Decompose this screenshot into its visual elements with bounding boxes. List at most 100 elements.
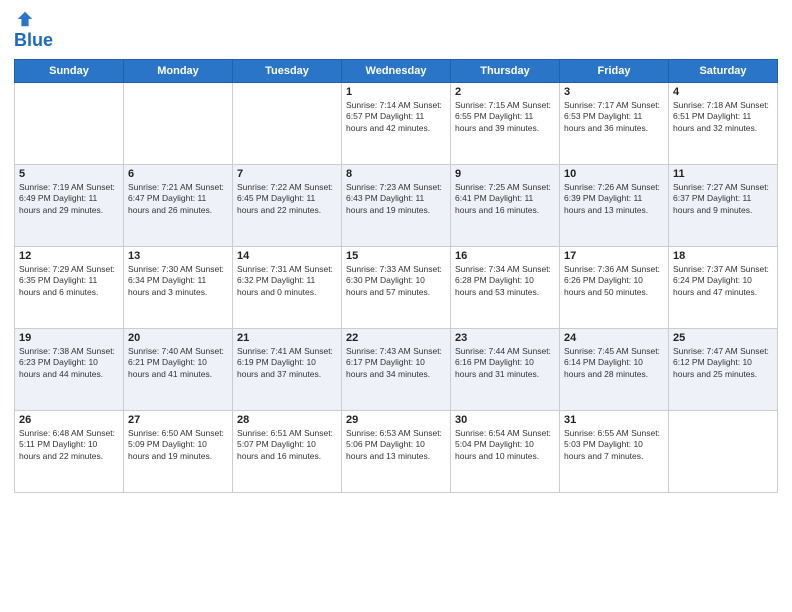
calendar-day-cell: 17Sunrise: 7:36 AM Sunset: 6:26 PM Dayli…	[560, 247, 669, 329]
calendar-day-cell	[669, 411, 778, 493]
calendar-day-cell: 29 Sunrise: 6:53 AM Sunset: 5:06 PM Dayli…	[342, 411, 451, 493]
day-info: Sunrise: 7:29 AM Sunset: 6:35 PM Dayligh…	[19, 264, 119, 298]
day-number: 1	[346, 86, 446, 98]
calendar-day-cell: 14 Sunrise: 7:31 AM Sunset: 6:32 PM Dayli…	[233, 247, 342, 329]
calendar-week-row: 19 Sunrise: 7:38 AM Sunset: 6:23 PM Dayli…	[15, 329, 778, 411]
calendar-day-cell	[15, 83, 124, 165]
day-info: Sunrise: 7:22 AM Sunset: 6:45 PM Dayligh…	[237, 182, 337, 216]
day-info: Sunrise: 7:17 AM Sunset: 6:53 PM Dayligh…	[564, 100, 664, 134]
calendar-day-cell: 16 Sunrise: 7:34 AM Sunset: 6:28 PM Dayli…	[451, 247, 560, 329]
day-info: Sunrise: 7:45 AM Sunset: 6:14 PM Dayligh…	[564, 346, 664, 380]
day-info: Sunrise: 6:48 AM Sunset: 5:11 PM Dayligh…	[19, 428, 119, 462]
day-number: 13	[128, 250, 228, 262]
calendar-header-row: SundayMondayTuesdayWednesdayThursdayFrid…	[15, 60, 778, 83]
calendar-day-cell: 13 Sunrise: 7:30 AM Sunset: 6:34 PM Dayli…	[124, 247, 233, 329]
day-info: Sunrise: 7:18 AM Sunset: 6:51 PM Dayligh…	[673, 100, 773, 134]
day-info: Sunrise: 7:34 AM Sunset: 6:28 PM Dayligh…	[455, 264, 555, 298]
day-number: 18	[673, 250, 773, 262]
day-number: 15	[346, 250, 446, 262]
calendar-weekday-header: Thursday	[451, 60, 560, 83]
calendar-day-cell: 11Sunrise: 7:27 AM Sunset: 6:37 PM Dayli…	[669, 165, 778, 247]
day-info: Sunrise: 6:50 AM Sunset: 5:09 PM Dayligh…	[128, 428, 228, 462]
day-info: Sunrise: 7:27 AM Sunset: 6:37 PM Dayligh…	[673, 182, 773, 216]
day-number: 28	[237, 414, 337, 426]
day-number: 14	[237, 250, 337, 262]
calendar-day-cell: 19 Sunrise: 7:38 AM Sunset: 6:23 PM Dayli…	[15, 329, 124, 411]
day-info: Sunrise: 7:37 AM Sunset: 6:24 PM Dayligh…	[673, 264, 773, 298]
calendar-day-cell: 9 Sunrise: 7:25 AM Sunset: 6:41 PM Daylig…	[451, 165, 560, 247]
calendar-day-cell: 28Sunrise: 6:51 AM Sunset: 5:07 PM Dayli…	[233, 411, 342, 493]
calendar-day-cell: 23 Sunrise: 7:44 AM Sunset: 6:16 PM Dayli…	[451, 329, 560, 411]
day-number: 7	[237, 168, 337, 180]
calendar-day-cell: 31Sunrise: 6:55 AM Sunset: 5:03 PM Dayli…	[560, 411, 669, 493]
calendar-day-cell: 6Sunrise: 7:21 AM Sunset: 6:47 PM Daylig…	[124, 165, 233, 247]
calendar-day-cell: 4 Sunrise: 7:18 AM Sunset: 6:51 PM Daylig…	[669, 83, 778, 165]
calendar-day-cell: 26Sunrise: 6:48 AM Sunset: 5:11 PM Dayli…	[15, 411, 124, 493]
day-number: 17	[564, 250, 664, 262]
calendar-day-cell	[233, 83, 342, 165]
day-number: 5	[19, 168, 119, 180]
day-info: Sunrise: 6:53 AM Sunset: 5:06 PM Dayligh…	[346, 428, 446, 462]
day-number: 16	[455, 250, 555, 262]
day-info: Sunrise: 7:31 AM Sunset: 6:32 PM Dayligh…	[237, 264, 337, 298]
calendar-weekday-header: Sunday	[15, 60, 124, 83]
day-number: 20	[128, 332, 228, 344]
calendar-day-cell: 2Sunrise: 7:15 AM Sunset: 6:55 PM Daylig…	[451, 83, 560, 165]
calendar-week-row: 26Sunrise: 6:48 AM Sunset: 5:11 PM Dayli…	[15, 411, 778, 493]
calendar-weekday-header: Monday	[124, 60, 233, 83]
calendar-day-cell	[124, 83, 233, 165]
day-number: 6	[128, 168, 228, 180]
calendar-week-row: 5 Sunrise: 7:19 AM Sunset: 6:49 PM Daylig…	[15, 165, 778, 247]
day-info: Sunrise: 7:23 AM Sunset: 6:43 PM Dayligh…	[346, 182, 446, 216]
day-number: 4	[673, 86, 773, 98]
calendar-day-cell: 5 Sunrise: 7:19 AM Sunset: 6:49 PM Daylig…	[15, 165, 124, 247]
calendar-day-cell: 7 Sunrise: 7:22 AM Sunset: 6:45 PM Daylig…	[233, 165, 342, 247]
day-info: Sunrise: 7:44 AM Sunset: 6:16 PM Dayligh…	[455, 346, 555, 380]
calendar-week-row: 1 Sunrise: 7:14 AM Sunset: 6:57 PM Daylig…	[15, 83, 778, 165]
logo-blue-text: Blue	[14, 30, 53, 50]
day-info: Sunrise: 7:25 AM Sunset: 6:41 PM Dayligh…	[455, 182, 555, 216]
calendar-day-cell: 22Sunrise: 7:43 AM Sunset: 6:17 PM Dayli…	[342, 329, 451, 411]
calendar: SundayMondayTuesdayWednesdayThursdayFrid…	[14, 59, 778, 493]
calendar-day-cell: 15Sunrise: 7:33 AM Sunset: 6:30 PM Dayli…	[342, 247, 451, 329]
calendar-day-cell: 20 Sunrise: 7:40 AM Sunset: 6:21 PM Dayli…	[124, 329, 233, 411]
calendar-day-cell: 12 Sunrise: 7:29 AM Sunset: 6:35 PM Dayli…	[15, 247, 124, 329]
day-number: 3	[564, 86, 664, 98]
calendar-day-cell: 21Sunrise: 7:41 AM Sunset: 6:19 PM Dayli…	[233, 329, 342, 411]
day-number: 24	[564, 332, 664, 344]
logo-icon	[16, 10, 34, 28]
day-info: Sunrise: 7:19 AM Sunset: 6:49 PM Dayligh…	[19, 182, 119, 216]
day-number: 30	[455, 414, 555, 426]
day-number: 23	[455, 332, 555, 344]
calendar-weekday-header: Wednesday	[342, 60, 451, 83]
day-info: Sunrise: 7:30 AM Sunset: 6:34 PM Dayligh…	[128, 264, 228, 298]
day-info: Sunrise: 6:55 AM Sunset: 5:03 PM Dayligh…	[564, 428, 664, 462]
day-info: Sunrise: 7:40 AM Sunset: 6:21 PM Dayligh…	[128, 346, 228, 380]
calendar-day-cell: 8 Sunrise: 7:23 AM Sunset: 6:43 PM Daylig…	[342, 165, 451, 247]
day-info: Sunrise: 7:14 AM Sunset: 6:57 PM Dayligh…	[346, 100, 446, 134]
calendar-day-cell: 18 Sunrise: 7:37 AM Sunset: 6:24 PM Dayli…	[669, 247, 778, 329]
day-number: 21	[237, 332, 337, 344]
day-number: 9	[455, 168, 555, 180]
logo: Blue	[14, 10, 53, 51]
day-info: Sunrise: 7:38 AM Sunset: 6:23 PM Dayligh…	[19, 346, 119, 380]
day-number: 29	[346, 414, 446, 426]
day-info: Sunrise: 7:43 AM Sunset: 6:17 PM Dayligh…	[346, 346, 446, 380]
calendar-day-cell: 25Sunrise: 7:47 AM Sunset: 6:12 PM Dayli…	[669, 329, 778, 411]
day-number: 10	[564, 168, 664, 180]
day-info: Sunrise: 6:54 AM Sunset: 5:04 PM Dayligh…	[455, 428, 555, 462]
calendar-week-row: 12 Sunrise: 7:29 AM Sunset: 6:35 PM Dayli…	[15, 247, 778, 329]
calendar-day-cell: 3 Sunrise: 7:17 AM Sunset: 6:53 PM Daylig…	[560, 83, 669, 165]
day-info: Sunrise: 7:26 AM Sunset: 6:39 PM Dayligh…	[564, 182, 664, 216]
day-number: 19	[19, 332, 119, 344]
calendar-day-cell: 30 Sunrise: 6:54 AM Sunset: 5:04 PM Dayli…	[451, 411, 560, 493]
day-number: 12	[19, 250, 119, 262]
calendar-day-cell: 24 Sunrise: 7:45 AM Sunset: 6:14 PM Dayli…	[560, 329, 669, 411]
header: Blue	[14, 10, 778, 51]
calendar-weekday-header: Friday	[560, 60, 669, 83]
calendar-day-cell: 10 Sunrise: 7:26 AM Sunset: 6:39 PM Dayli…	[560, 165, 669, 247]
day-number: 27	[128, 414, 228, 426]
day-number: 8	[346, 168, 446, 180]
calendar-day-cell: 27 Sunrise: 6:50 AM Sunset: 5:09 PM Dayli…	[124, 411, 233, 493]
page: Blue SundayMondayTuesdayWednesdayThursda…	[0, 0, 792, 612]
